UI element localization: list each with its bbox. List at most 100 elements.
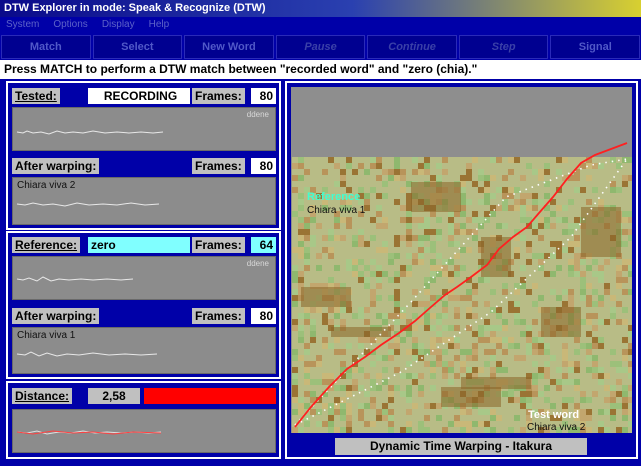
cost-cell: [616, 283, 622, 289]
cost-cell: [622, 385, 628, 391]
cost-cell: [520, 205, 526, 211]
cost-cell: [526, 331, 532, 337]
cost-cell: [376, 175, 382, 181]
cost-cell: [586, 331, 592, 337]
step-button[interactable]: Step: [458, 35, 549, 59]
cost-cell: [490, 367, 496, 373]
cost-cell: [610, 187, 616, 193]
cost-cell: [358, 277, 364, 283]
cost-cell: [496, 343, 502, 349]
cost-cell: [310, 391, 316, 397]
cost-cell: [292, 325, 298, 331]
cost-cell: [454, 265, 460, 271]
cost-cell: [430, 229, 436, 235]
cost-cell: [484, 181, 490, 187]
cost-cell: [544, 361, 550, 367]
cost-cell: [352, 385, 358, 391]
cost-cell: [346, 223, 352, 229]
cost-cell: [424, 301, 430, 307]
cost-cell: [514, 253, 520, 259]
cost-cell: [526, 163, 532, 169]
cost-cell: [520, 331, 526, 337]
cost-cell: [622, 229, 628, 235]
cost-cell: [490, 355, 496, 361]
cost-cell: [538, 295, 544, 301]
cost-cell: [598, 343, 604, 349]
cost-cell: [592, 391, 598, 397]
cost-cell: [460, 229, 466, 235]
cost-cell: [532, 343, 538, 349]
cost-cell: [628, 175, 634, 181]
cost-cell: [502, 337, 508, 343]
cost-cell: [418, 235, 424, 241]
cost-cell: [466, 409, 472, 415]
cost-cell: [622, 319, 628, 325]
cost-cell: [370, 301, 376, 307]
cost-cell: [376, 313, 382, 319]
cost-cell: [304, 421, 310, 427]
cost-cell: [388, 175, 394, 181]
cost-cell: [370, 235, 376, 241]
continue-button[interactable]: Continue: [367, 35, 457, 59]
cost-cell: [574, 175, 580, 181]
cost-cell: [394, 199, 400, 205]
pause-button[interactable]: Pause: [275, 35, 366, 59]
menu-display[interactable]: Display: [102, 17, 135, 33]
tested-word-field[interactable]: RECORDING: [88, 88, 190, 104]
cost-cell: [328, 421, 334, 427]
cost-cell: [502, 205, 508, 211]
cost-cell: [334, 397, 340, 403]
cost-cell: [322, 403, 328, 409]
cost-cell: [484, 175, 490, 181]
cost-cell: [340, 349, 346, 355]
cost-cell: [442, 307, 448, 313]
match-button[interactable]: Match: [1, 35, 91, 59]
cost-cell: [574, 259, 580, 265]
cost-cell: [466, 427, 472, 433]
cost-cell: [544, 163, 550, 169]
cost-cell: [472, 343, 478, 349]
cost-cell: [454, 295, 460, 301]
menu-system[interactable]: System: [6, 17, 39, 33]
reference-word-field[interactable]: zero: [88, 237, 190, 253]
cost-cell: [316, 223, 322, 229]
cost-cell: [496, 157, 502, 163]
tested-warp-label: After warping:: [12, 158, 100, 174]
cost-cell: [292, 295, 298, 301]
cost-cell: [526, 349, 532, 355]
cost-cell: [328, 235, 334, 241]
cost-cell: [370, 163, 376, 169]
cost-cell: [388, 415, 394, 421]
cost-cell: [592, 289, 598, 295]
status-message: Press MATCH to perform a DTW match betwe…: [0, 60, 641, 79]
cost-cell: [382, 223, 388, 229]
cost-cell: [442, 259, 448, 265]
cost-cell: [478, 217, 484, 223]
new-word-button[interactable]: New Word: [184, 35, 274, 59]
cost-cell: [514, 415, 520, 421]
cost-cell: [586, 409, 592, 415]
signal-button[interactable]: Signal: [550, 35, 641, 59]
cost-cell: [322, 343, 328, 349]
menu-help[interactable]: Help: [149, 17, 170, 33]
cost-cell: [382, 169, 388, 175]
reference-warp-frames-value: 80: [251, 308, 276, 324]
cost-cell: [424, 403, 430, 409]
select-reference-button[interactable]: Select Reference: [92, 35, 183, 75]
cost-cell: [376, 283, 382, 289]
cost-cell: [574, 337, 580, 343]
cost-cell: [574, 367, 580, 373]
cost-cell: [382, 247, 388, 253]
cost-cell: [298, 217, 304, 223]
cost-cell: [388, 343, 394, 349]
cost-cell: [298, 331, 304, 337]
menu-options[interactable]: Options: [53, 17, 87, 33]
cost-cell: [556, 379, 562, 385]
cost-cell: [544, 385, 550, 391]
cost-cell: [418, 385, 424, 391]
cost-cell: [292, 391, 298, 397]
cost-cell: [628, 367, 634, 373]
cost-cell: [442, 325, 448, 331]
cost-cell: [616, 277, 622, 283]
cost-cell: [376, 373, 382, 379]
